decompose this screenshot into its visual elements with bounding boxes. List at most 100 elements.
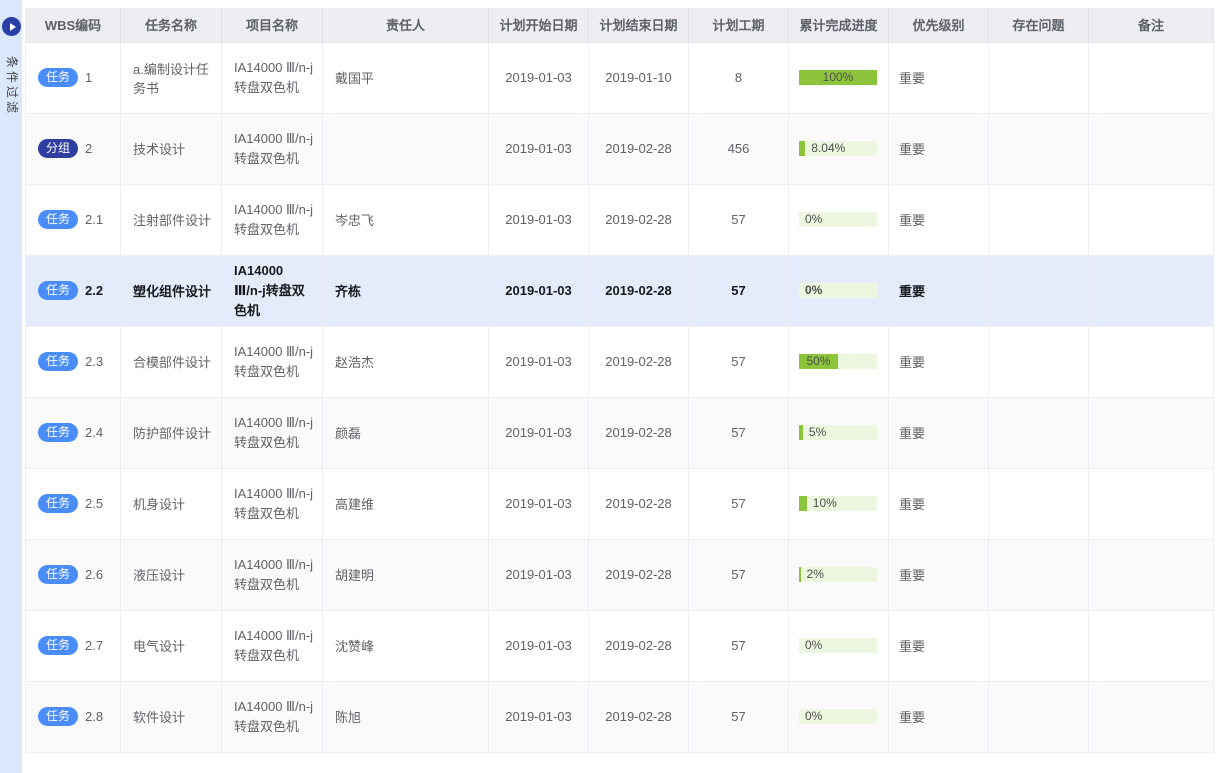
cell-project: IA14000 Ⅲ/n-j转盘双色机 (222, 539, 323, 610)
filter-strip-label: 条件过滤 (4, 56, 21, 116)
cell-wbs: 任务1 (26, 42, 121, 113)
table-row[interactable]: 任务2.2塑化组件设计IA14000 Ⅲ/n-j转盘双色机齐栋2019-01-0… (26, 255, 1214, 326)
col-header-end[interactable]: 计划结束日期 (589, 8, 689, 42)
col-header-start[interactable]: 计划开始日期 (489, 8, 589, 42)
table-row[interactable]: 任务2.7电气设计IA14000 Ⅲ/n-j转盘双色机沈赞峰2019-01-03… (26, 610, 1214, 681)
progress-label: 0% (805, 709, 822, 724)
cell-end-date: 2019-02-28 (589, 255, 689, 326)
table-row[interactable]: 分组2技术设计IA14000 Ⅲ/n-j转盘双色机2019-01-032019-… (26, 113, 1214, 184)
cell-wbs: 任务2.5 (26, 468, 121, 539)
cell-remark (1089, 539, 1214, 610)
col-header-progress[interactable]: 累计完成进度 (789, 8, 889, 42)
col-header-wbs[interactable]: WBS编码 (26, 8, 121, 42)
task-badge: 任务 (38, 281, 78, 300)
progress-label: 100% (799, 70, 877, 85)
col-header-project[interactable]: 项目名称 (222, 8, 323, 42)
expand-filter-button[interactable] (2, 17, 21, 36)
col-header-owner[interactable]: 责任人 (323, 8, 489, 42)
cell-priority: 重要 (889, 326, 989, 397)
cell-progress: 0% (789, 184, 889, 255)
col-header-issues[interactable]: 存在问题 (989, 8, 1089, 42)
cell-start-date: 2019-01-03 (489, 255, 589, 326)
progress-bar: 50% (799, 354, 877, 369)
cell-issues (989, 539, 1089, 610)
cell-duration: 57 (689, 397, 789, 468)
cell-start-date: 2019-01-03 (489, 539, 589, 610)
table-row[interactable]: 任务2.1注射部件设计IA14000 Ⅲ/n-j转盘双色机岑忠飞2019-01-… (26, 184, 1214, 255)
table-row[interactable]: 任务2.5机身设计IA14000 Ⅲ/n-j转盘双色机高建维2019-01-03… (26, 468, 1214, 539)
cell-start-date: 2019-01-03 (489, 113, 589, 184)
cell-duration: 57 (689, 681, 789, 752)
cell-task: a.编制设计任务书 (121, 42, 222, 113)
cell-progress: 0% (789, 610, 889, 681)
col-header-priority[interactable]: 优先级别 (889, 8, 989, 42)
col-header-duration[interactable]: 计划工期 (689, 8, 789, 42)
cell-project: IA14000 Ⅲ/n-j转盘双色机 (222, 113, 323, 184)
task-badge: 任务 (38, 210, 78, 229)
cell-remark (1089, 42, 1214, 113)
col-header-remark[interactable]: 备注 (1089, 8, 1214, 42)
table-header-row: WBS编码 任务名称 项目名称 责任人 计划开始日期 计划结束日期 计划工期 累… (26, 8, 1214, 42)
cell-issues (989, 610, 1089, 681)
wbs-code: 1 (85, 70, 92, 85)
cell-issues (989, 468, 1089, 539)
cell-end-date: 2019-02-28 (589, 113, 689, 184)
col-header-task[interactable]: 任务名称 (121, 8, 222, 42)
task-badge: 任务 (38, 352, 78, 371)
cell-progress: 2% (789, 539, 889, 610)
table-row[interactable]: 任务2.8软件设计IA14000 Ⅲ/n-j转盘双色机陈旭2019-01-032… (26, 681, 1214, 752)
cell-owner: 岑忠飞 (323, 184, 489, 255)
cell-owner (323, 113, 489, 184)
table-row[interactable]: 任务2.3合模部件设计IA14000 Ⅲ/n-j转盘双色机赵浩杰2019-01-… (26, 326, 1214, 397)
cell-progress: 50% (789, 326, 889, 397)
cell-project: IA14000 Ⅲ/n-j转盘双色机 (222, 610, 323, 681)
cell-start-date: 2019-01-03 (489, 397, 589, 468)
progress-label: 0% (805, 212, 822, 227)
cell-priority: 重要 (889, 184, 989, 255)
cell-start-date: 2019-01-03 (489, 184, 589, 255)
cell-owner: 颜磊 (323, 397, 489, 468)
cell-end-date: 2019-01-10 (589, 42, 689, 113)
table-row[interactable]: 任务2.6液压设计IA14000 Ⅲ/n-j转盘双色机胡建明2019-01-03… (26, 539, 1214, 610)
wbs-code: 2.8 (85, 709, 103, 724)
cell-priority: 重要 (889, 539, 989, 610)
cell-progress: 10% (789, 468, 889, 539)
cell-priority: 重要 (889, 113, 989, 184)
task-table-container: WBS编码 任务名称 项目名称 责任人 计划开始日期 计划结束日期 计划工期 累… (25, 8, 1213, 753)
progress-bar: 100% (799, 70, 877, 85)
wbs-code: 2.1 (85, 212, 103, 227)
cell-remark (1089, 610, 1214, 681)
cell-owner: 赵浩杰 (323, 326, 489, 397)
cell-duration: 456 (689, 113, 789, 184)
cell-end-date: 2019-02-28 (589, 468, 689, 539)
cell-wbs: 任务2.7 (26, 610, 121, 681)
table-row[interactable]: 任务2.4防护部件设计IA14000 Ⅲ/n-j转盘双色机颜磊2019-01-0… (26, 397, 1214, 468)
cell-owner: 陈旭 (323, 681, 489, 752)
cell-project: IA14000 Ⅲ/n-j转盘双色机 (222, 397, 323, 468)
progress-fill (799, 567, 801, 582)
cell-priority: 重要 (889, 610, 989, 681)
cell-end-date: 2019-02-28 (589, 681, 689, 752)
task-badge: 任务 (38, 636, 78, 655)
task-badge: 任务 (38, 494, 78, 513)
cell-wbs: 分组2 (26, 113, 121, 184)
cell-owner: 齐栋 (323, 255, 489, 326)
cell-progress: 0% (789, 255, 889, 326)
progress-label: 8.04% (811, 141, 845, 156)
cell-priority: 重要 (889, 681, 989, 752)
cell-remark (1089, 326, 1214, 397)
wbs-code: 2.3 (85, 354, 103, 369)
cell-priority: 重要 (889, 42, 989, 113)
cell-project: IA14000 Ⅲ/n-j转盘双色机 (222, 468, 323, 539)
cell-project: IA14000 Ⅲ/n-j转盘双色机 (222, 681, 323, 752)
cell-wbs: 任务 2.1 (26, 184, 121, 255)
cell-task: 注射部件设计 (121, 184, 222, 255)
cell-remark (1089, 397, 1214, 468)
cell-wbs: 任务 2.3 (26, 326, 121, 397)
cell-issues (989, 255, 1089, 326)
cell-issues (989, 113, 1089, 184)
cell-duration: 57 (689, 184, 789, 255)
table-row[interactable]: 任务1a.编制设计任务书IA14000 Ⅲ/n-j转盘双色机戴国平2019-01… (26, 42, 1214, 113)
cell-end-date: 2019-02-28 (589, 397, 689, 468)
cell-progress: 0% (789, 681, 889, 752)
